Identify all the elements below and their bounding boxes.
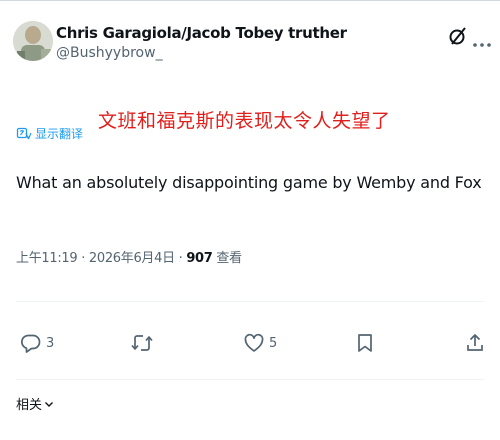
views-count: 907 [186, 251, 213, 266]
related-label: 相关 [16, 398, 43, 413]
tweet-text: What an absolutely disappointing game by… [16, 173, 482, 192]
meta-separator: · [174, 251, 187, 266]
related-toggle[interactable]: 相关 [16, 394, 55, 413]
show-translation-label[interactable]: 显示翻译 [35, 125, 83, 142]
divider [16, 379, 484, 380]
views-label: 查看 [212, 251, 242, 266]
show-translation-link[interactable]: 显示翻译 [16, 125, 83, 142]
tweet-meta: 上午11:19 · 2026年6月4日 · 907 查看 [16, 247, 242, 266]
like-count: 5 [269, 335, 278, 351]
retweet-button[interactable] [130, 332, 158, 354]
divider [16, 301, 484, 302]
reply-count: 3 [46, 335, 55, 351]
reply-button[interactable]: 3 [20, 332, 54, 354]
author-display-name[interactable]: Chris Garagiola/Jacob Tobey truther [56, 24, 347, 42]
avatar-image [13, 21, 53, 61]
translated-text-overlay: 文班和福克斯的表现太令人失望了 [98, 110, 391, 132]
reply-icon [21, 334, 41, 353]
grok-icon[interactable] [448, 25, 468, 47]
more-icon[interactable] [472, 33, 492, 47]
share-button[interactable] [465, 332, 485, 354]
chevron-down-icon [45, 401, 54, 407]
translate-icon [16, 127, 32, 139]
tweet-time[interactable]: 上午11:19 [16, 251, 78, 266]
bookmark-icon [358, 334, 372, 352]
meta-separator: · [77, 251, 89, 266]
tweet-card: Chris Garagiola/Jacob Tobey truther @Bus… [0, 0, 500, 440]
like-icon [244, 333, 264, 352]
author-handle[interactable]: @Bushyybrow_ [56, 45, 163, 61]
tweet-date[interactable]: 2026年6月4日 [89, 251, 175, 266]
like-button[interactable]: 5 [243, 332, 277, 354]
avatar[interactable] [13, 21, 53, 61]
share-icon [467, 334, 483, 351]
retweet-icon [131, 335, 153, 351]
bookmark-button[interactable] [355, 332, 375, 354]
